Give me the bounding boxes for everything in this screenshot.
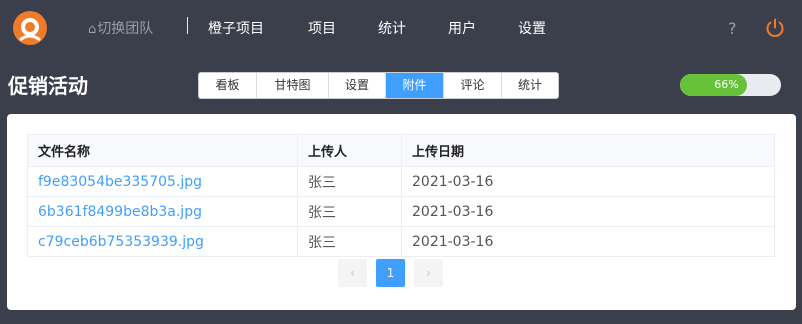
attachments-table: 文件名称 上传人 上传日期 f9e83054be335705.jpg 张三 20… xyxy=(27,134,775,257)
table-header-row: 文件名称 上传人 上传日期 xyxy=(27,134,775,167)
tab-comments[interactable]: 评论 xyxy=(444,73,502,98)
page-1-button[interactable]: 1 xyxy=(376,259,405,287)
team-switch-label: 切换团队 xyxy=(97,21,154,37)
file-link[interactable]: c79ceb6b75353939.jpg xyxy=(27,226,298,257)
help-icon[interactable]: ? xyxy=(728,18,737,40)
nav-item-users[interactable]: 用户 xyxy=(448,18,476,40)
file-link[interactable]: f9e83054be335705.jpg xyxy=(27,166,298,197)
nav-divider xyxy=(187,17,188,34)
page-title: 促销活动 xyxy=(8,74,88,98)
tab-kanban[interactable]: 看板 xyxy=(199,73,257,98)
progress-label: 66% xyxy=(714,78,739,91)
prev-page-button[interactable]: ‹ xyxy=(338,259,367,287)
column-header-upload-date: 上传日期 xyxy=(401,134,775,167)
file-link[interactable]: 6b361f8499be8b3a.jpg xyxy=(27,196,298,227)
nav-item-statistics[interactable]: 统计 xyxy=(378,18,406,40)
pagination: ‹ 1 › xyxy=(338,259,443,287)
tab-statistics[interactable]: 统计 xyxy=(502,73,558,98)
team-switch-link[interactable]: ⌂切换团队 xyxy=(88,19,153,39)
nav-item-orange-project[interactable]: 橙子项目 xyxy=(208,18,264,40)
home-icon: ⌂ xyxy=(88,22,97,37)
top-navbar: ⌂切换团队 橙子项目 项目 统计 用户 设置 ? xyxy=(0,0,802,58)
uploader-cell: 张三 xyxy=(297,196,402,227)
tab-gantt[interactable]: 甘特图 xyxy=(257,73,329,98)
progress-fill: 66% xyxy=(680,74,747,96)
tab-attachments[interactable]: 附件 xyxy=(386,73,444,98)
table-row: f9e83054be335705.jpg 张三 2021-03-16 xyxy=(27,166,775,197)
power-icon[interactable] xyxy=(764,17,786,39)
nav-item-settings[interactable]: 设置 xyxy=(518,18,546,40)
tab-settings[interactable]: 设置 xyxy=(329,73,386,98)
upload-date-cell: 2021-03-16 xyxy=(401,166,775,197)
column-header-uploader: 上传人 xyxy=(297,134,402,167)
project-tabs: 看板 甘特图 设置 附件 评论 统计 xyxy=(198,72,559,99)
attachments-card: 文件名称 上传人 上传日期 f9e83054be335705.jpg 张三 20… xyxy=(7,114,796,310)
table-row: c79ceb6b75353939.jpg 张三 2021-03-16 xyxy=(27,226,775,257)
uploader-cell: 张三 xyxy=(297,226,402,257)
progress-bar: 66% xyxy=(680,74,781,96)
table-row: 6b361f8499be8b3a.jpg 张三 2021-03-16 xyxy=(27,196,775,227)
nav-item-projects[interactable]: 项目 xyxy=(308,18,336,40)
uploader-cell: 张三 xyxy=(297,166,402,197)
next-page-button[interactable]: › xyxy=(414,259,443,287)
upload-date-cell: 2021-03-16 xyxy=(401,196,775,227)
app-logo-icon[interactable] xyxy=(12,10,48,46)
upload-date-cell: 2021-03-16 xyxy=(401,226,775,257)
column-header-filename: 文件名称 xyxy=(27,134,298,167)
